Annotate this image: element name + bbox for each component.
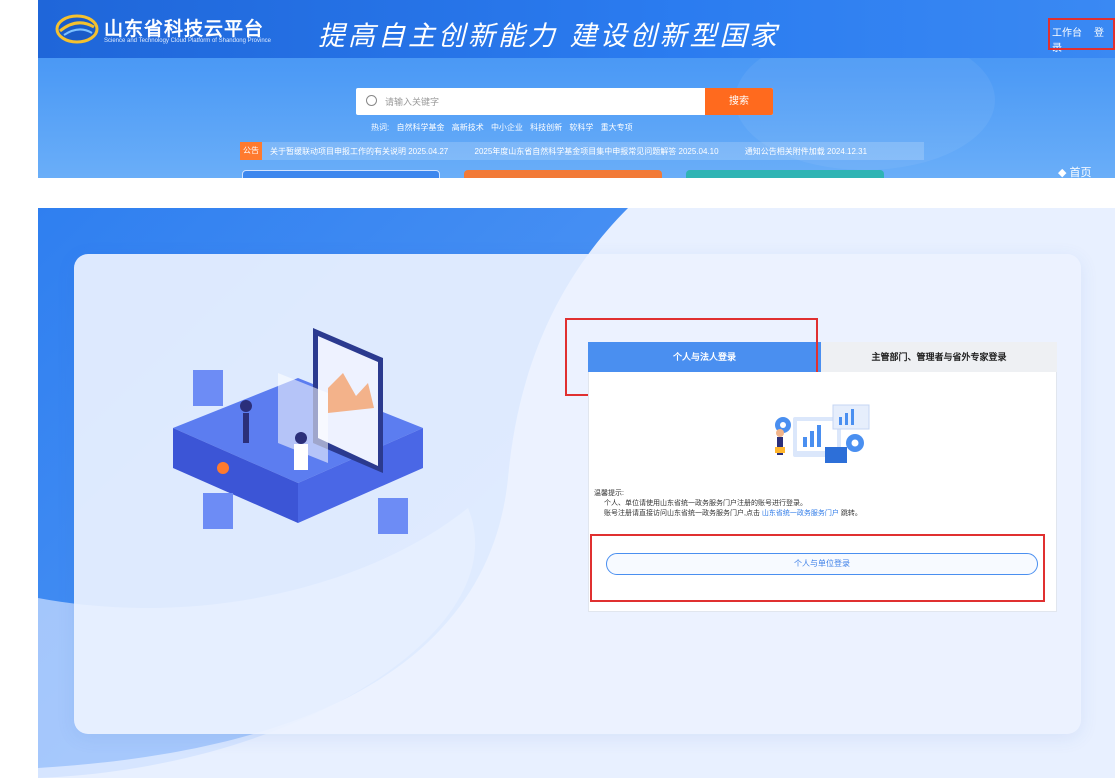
hot-word[interactable]: 重大专项 xyxy=(601,123,633,132)
service-card-blue[interactable] xyxy=(242,170,440,178)
notice-list: 关于暂缓联动项目申报工作的有关说明 2025.04.27 2025年度山东省自然… xyxy=(270,146,891,157)
home-link[interactable]: ◆ 首页 xyxy=(1058,164,1092,178)
tab-admin-login[interactable]: 主管部门、管理者与省外专家登录 xyxy=(821,342,1057,372)
service-card-orange[interactable] xyxy=(464,170,662,178)
home-icon: ◆ xyxy=(1058,167,1067,178)
notice-item[interactable]: 通知公告相关附件加载 2024.12.31 xyxy=(745,147,867,156)
login-illustration xyxy=(775,404,870,463)
search-button[interactable]: 搜索 xyxy=(705,88,773,115)
hot-words: 热词: 自然科学基金 高新技术 中小企业 科技创新 软科学 重大专项 xyxy=(371,122,638,133)
site-name-en: Science and Technology Cloud Platform of… xyxy=(104,38,271,44)
tip-title: 温馨提示: xyxy=(594,490,624,497)
home-link-label: 首页 xyxy=(1069,167,1092,178)
tip-line-1: 个人、单位请使用山东省统一政务服务门户注册的账号进行登录。 xyxy=(604,500,807,507)
notice-bar: 公告 关于暂缓联动项目申报工作的有关说明 2025.04.27 2025年度山东… xyxy=(240,142,924,160)
hot-word[interactable]: 科技创新 xyxy=(530,123,562,132)
site-header: 山东省科技云平台 Science and Technology Cloud Pl… xyxy=(38,0,1115,58)
site-banner: 山东省科技云平台 Science and Technology Cloud Pl… xyxy=(38,0,1115,178)
hot-words-label: 热词: xyxy=(371,123,390,132)
portal-link[interactable]: 山东省统一政务服务门户 xyxy=(762,510,839,517)
highlight-login-button xyxy=(590,534,1045,602)
highlight-top-links xyxy=(1048,18,1115,50)
tip-line-2: 账号注册请直接访问山东省统一政务服务门户,点击 山东省统一政务服务门户 跳转。 xyxy=(594,509,862,519)
hot-word[interactable]: 中小企业 xyxy=(491,123,523,132)
site-name: 山东省科技云平台 xyxy=(104,19,265,40)
notice-item[interactable]: 2025年度山东省自然科学基金项目集中申报常见问题解答 2025.04.10 xyxy=(475,147,719,156)
login-tip: 温馨提示: 个人、单位请使用山东省统一政务服务门户注册的账号进行登录。 账号注册… xyxy=(594,489,862,519)
service-card-teal[interactable] xyxy=(686,170,884,178)
isometric-illustration xyxy=(173,328,423,534)
logo-icon xyxy=(55,14,99,44)
hot-word[interactable]: 自然科学基金 xyxy=(396,123,444,132)
tip-line-2-text: 账号注册请直接访问山东省统一政务服务门户,点击 xyxy=(604,510,760,517)
search-icon xyxy=(366,95,377,106)
hot-word[interactable]: 软科学 xyxy=(569,123,593,132)
hot-word[interactable]: 高新技术 xyxy=(452,123,484,132)
slogan: 提高自主创新能力 建设创新型国家 xyxy=(318,21,780,52)
tip-line-2-suffix: 跳转。 xyxy=(840,510,862,517)
search-input[interactable]: 请输入关键字 xyxy=(385,95,439,108)
notice-tag: 公告 xyxy=(240,142,262,160)
search-bar: 请输入关键字 搜索 xyxy=(356,88,773,115)
notice-item[interactable]: 关于暂缓联动项目申报工作的有关说明 2025.04.27 xyxy=(270,147,448,156)
login-page: 个人与法人登录 主管部门、管理者与省外专家登录 温馨提示: 个人、单位请使用山东… xyxy=(38,208,1115,778)
